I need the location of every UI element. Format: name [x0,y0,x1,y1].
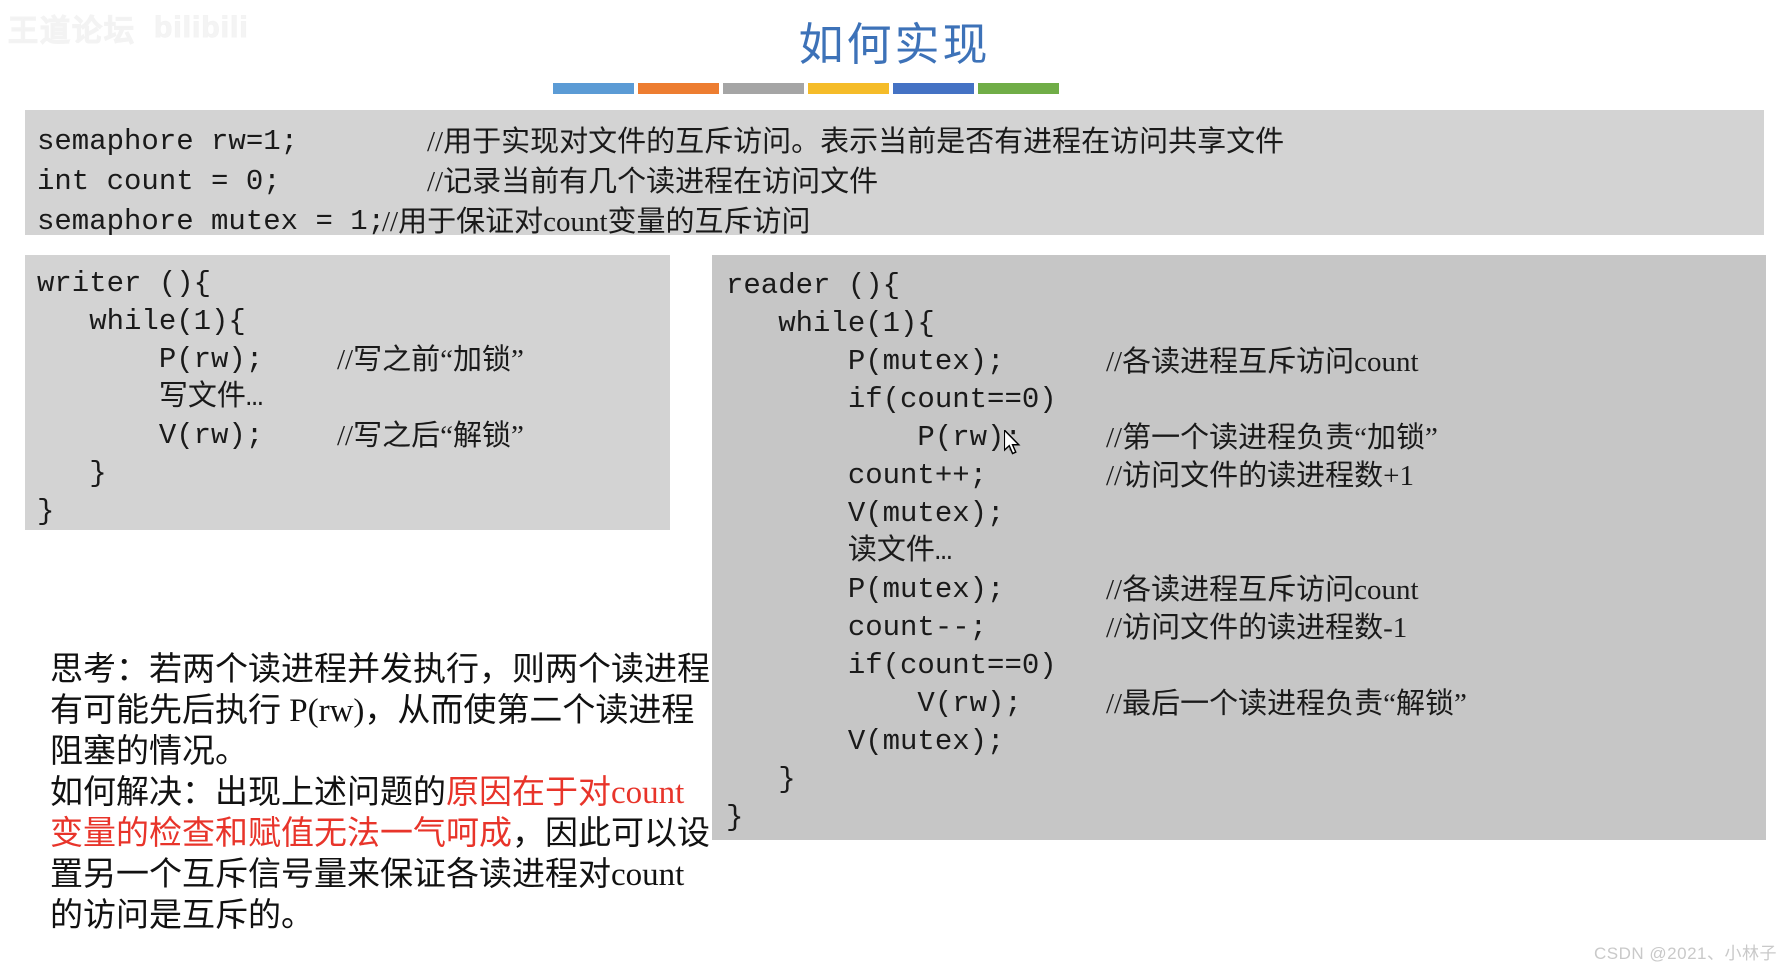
code-text: 读文件… [726,535,953,568]
code-comment: //各读进程互斥访问count [1106,346,1419,378]
code-text: if(count==0) [726,649,1057,682]
writer-line: } [37,493,670,531]
code-text: semaphore mutex = 1; [37,205,386,238]
reader-line: } [726,761,1766,799]
accent-bar-yellow [808,83,889,94]
code-comment: //最后一个读进程负责“解锁” [1106,688,1467,720]
code-comment: //各读进程互斥访问count [1106,574,1419,606]
writer-line: writer (){ [37,265,670,303]
reader-line: } [726,799,1766,837]
declarations-code-block: semaphore rw=1; //用于实现对文件的互斥访问。表示当前是否有进程在… [25,110,1764,238]
code-text: } [726,763,796,796]
accent-bar-darkblue [893,83,974,94]
reader-line: count++; //访问文件的读进程数+1 [726,457,1766,495]
reader-line: V(rw); //最后一个读进程负责“解锁” [726,685,1766,723]
code-text: V(rw); [37,419,264,452]
code-text: V(rw); [726,687,1022,720]
reader-line: if(count==0) [726,647,1766,685]
page-title: 如何实现 [798,20,991,70]
reader-line: V(mutex); [726,495,1766,533]
writer-line: while(1){ [37,303,670,341]
code-comment: //用于实现对文件的互斥访问。表示当前是否有进程在访问共享文件 [427,126,1285,158]
note-think-text: 若两个读进程并发执行，则两个读进程有可能先后执行 P(rw)，从而使第二个读进程… [50,652,710,770]
note-think-label: 思考： [50,652,149,688]
code-text: count--; [726,611,988,644]
code-text: reader (){ [726,269,901,302]
code-text: P(rw); [726,421,1022,454]
code-text: V(mutex); [726,725,1005,758]
code-text: if(count==0) [726,383,1057,416]
reader-line: P(mutex); //各读进程互斥访问count [726,343,1766,381]
code-text: 写文件… [37,381,264,414]
note-solve-black-1: 出现上述问题的 [215,775,446,811]
reader-line: P(mutex); //各读进程互斥访问count [726,571,1766,609]
code-text: } [726,801,744,834]
code-comment: //写之后“解锁” [337,420,524,452]
declaration-line: semaphore mutex = 1;//用于保证对count变量的互斥访问 [37,202,1764,242]
note-paragraph-solve: 如何解决：出现上述问题的原因在于对count 变量的检查和赋值无法一气呵成，因此… [50,773,710,937]
code-text: count++; [726,459,988,492]
reader-code-block: reader (){ while(1){ P(mutex); //各读进程互斥访问… [712,255,1766,840]
code-text: } [37,457,107,490]
accent-bar-green [978,83,1059,94]
reader-line: count--; //访问文件的读进程数-1 [726,609,1766,647]
reader-line: reader (){ [726,267,1766,305]
accent-bar-orange [638,83,719,94]
accent-bar-blue [553,83,634,94]
code-text: semaphore rw=1; [37,125,299,158]
reader-line: while(1){ [726,305,1766,343]
reader-line: 读文件… [726,533,1766,571]
code-text: int count = 0; [37,165,281,198]
code-text: P(mutex); [726,345,1005,378]
writer-line: V(rw); //写之后“解锁” [37,417,670,455]
explanation-note: 思考：若两个读进程并发执行，则两个读进程有可能先后执行 P(rw)，从而使第二个… [50,650,710,937]
note-paragraph-think: 思考：若两个读进程并发执行，则两个读进程有可能先后执行 P(rw)，从而使第二个… [50,650,710,773]
code-text: } [37,495,55,528]
writer-line: 写文件… [37,379,670,417]
reader-line: P(rw); //第一个读进程负责“加锁” [726,419,1766,457]
code-comment: //写之前“加锁” [337,344,524,376]
writer-line: } [37,455,670,493]
declaration-line: int count = 0; //记录当前有几个读进程在访问文件 [37,162,1764,202]
writer-line: P(rw); //写之前“加锁” [37,341,670,379]
accent-bar-group [553,83,1059,94]
declaration-line: semaphore rw=1; //用于实现对文件的互斥访问。表示当前是否有进程在… [37,122,1764,162]
code-comment: //用于保证对count变量的互斥访问 [382,206,811,238]
code-text: P(rw); [37,343,264,376]
writer-code-block: writer (){ while(1){ P(rw); //写之前“加锁” 写文件… [25,255,670,530]
reader-line: if(count==0) [726,381,1766,419]
code-comment: //记录当前有几个读进程在访问文件 [427,166,879,198]
accent-bar-gray [723,83,804,94]
code-text: while(1){ [37,305,246,338]
note-solve-label: 如何解决： [50,775,215,811]
code-text: P(mutex); [726,573,1005,606]
code-text: V(mutex); [726,497,1005,530]
code-comment: //访问文件的读进程数+1 [1106,460,1414,492]
code-text: while(1){ [726,307,935,340]
code-text: writer (){ [37,267,212,300]
watermark-csdn: CSDN @2021、小林子 [1594,944,1777,963]
reader-line: V(mutex); [726,723,1766,761]
code-comment: //第一个读进程负责“加锁” [1106,422,1438,454]
code-comment: //访问文件的读进程数-1 [1106,612,1408,644]
